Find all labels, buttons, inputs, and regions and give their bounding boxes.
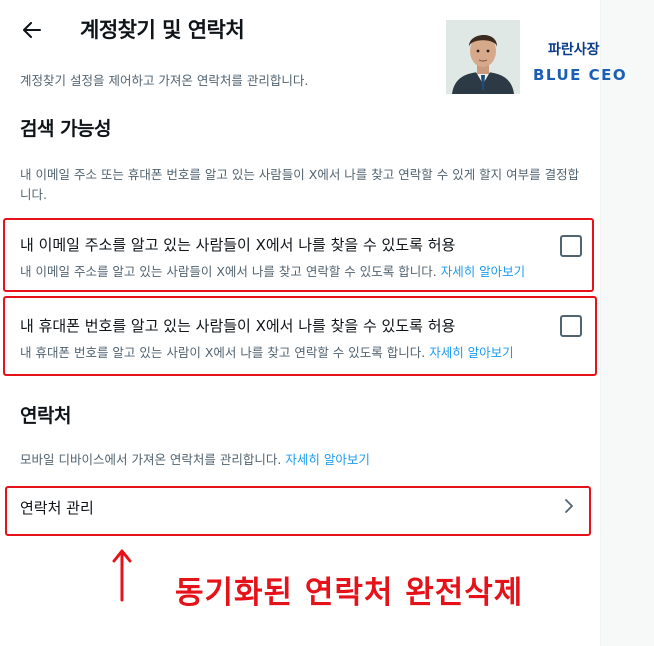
contacts-description: 모바일 디바이스에서 가져온 연락처를 관리합니다. 자세히 알아보기 (20, 452, 370, 467)
page-title: 계정찾기 및 연락처 (80, 18, 245, 42)
highlight-box-phone (3, 296, 597, 376)
right-sidebar-strip (600, 0, 654, 646)
highlight-box-manage-contacts (5, 486, 591, 536)
brand-name-korean: 파란사장 (548, 42, 600, 58)
back-arrow-icon (23, 22, 41, 38)
learn-more-link[interactable]: 자세히 알아보기 (285, 452, 369, 467)
discoverability-heading: 검색 가능성 (20, 118, 112, 140)
page-subtitle: 계정찾기 설정을 제어하고 가져온 연락처를 관리합니다. (20, 73, 309, 88)
discoverability-description: 내 이메일 주소 또는 휴대폰 번호를 알고 있는 사람들이 X에서 나를 찾고… (20, 167, 580, 202)
contacts-heading: 연락처 (20, 405, 71, 427)
annotation-text: 동기화된 연락처 완전삭제 (175, 575, 524, 611)
brand-portrait-logo (446, 20, 520, 94)
brand-name-english: BLUE CEO (533, 66, 628, 84)
highlight-box-email (3, 218, 594, 292)
back-button[interactable] (18, 16, 46, 44)
annotation-up-arrow-icon (112, 549, 132, 602)
